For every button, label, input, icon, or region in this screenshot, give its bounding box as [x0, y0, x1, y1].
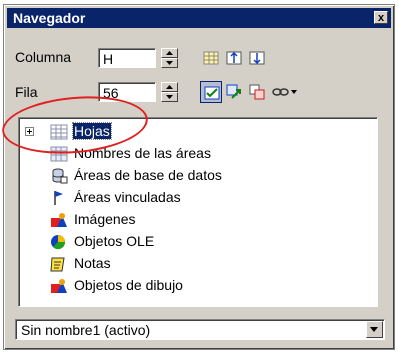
data-range-button[interactable] — [200, 47, 222, 69]
window-title: Navegador — [13, 10, 86, 26]
down-arrow-icon — [166, 95, 173, 99]
contents-toggle-icon — [204, 86, 220, 100]
sheet-icon — [50, 124, 68, 140]
link-button[interactable] — [269, 81, 301, 103]
scenarios-button[interactable] — [223, 81, 245, 103]
note-icon — [50, 257, 65, 272]
tree-item-label: Áreas vinculadas — [74, 189, 181, 205]
contents-toggle-button[interactable] — [200, 81, 222, 103]
named-range-icon — [50, 146, 68, 162]
data-range-icon — [203, 51, 219, 65]
tree-item-ole-objects[interactable]: Objetos OLE — [19, 232, 377, 252]
spin-down-button[interactable] — [161, 58, 178, 68]
column-input[interactable]: H — [98, 48, 156, 68]
spin-down-button[interactable] — [161, 92, 178, 102]
spin-up-button[interactable] — [161, 48, 178, 58]
tree-item-label: Nombres de las áreas — [74, 145, 211, 161]
database-icon — [52, 168, 68, 184]
expand-icon[interactable] — [25, 127, 34, 136]
document-select[interactable]: Sin nombre1 (activo) — [15, 319, 385, 340]
ole-object-icon — [51, 235, 66, 250]
row-input[interactable]: 56 — [98, 82, 156, 102]
up-arrow-icon — [166, 51, 173, 55]
tree-item-database-ranges[interactable]: Áreas de base de datos — [19, 166, 377, 186]
tree-item-label: Imágenes — [74, 211, 136, 227]
tree-item-sheets[interactable]: Hojas — [19, 122, 377, 142]
start-icon — [226, 51, 242, 65]
down-arrow-icon — [166, 61, 173, 65]
close-button[interactable]: x — [374, 11, 388, 24]
row-label: Fila — [15, 84, 38, 100]
navigator-tree[interactable]: Hojas Nombres de las áreas Áreas de base… — [18, 117, 378, 307]
tree-item-notes[interactable]: Notas — [19, 254, 377, 274]
tree-item-drawing-objects[interactable]: Objetos de dibujo — [19, 276, 377, 296]
tree-item-label: Notas — [74, 255, 111, 271]
chevron-down-icon — [291, 90, 297, 94]
up-arrow-icon — [166, 85, 173, 89]
end-button[interactable] — [246, 47, 268, 69]
column-label: Columna — [15, 49, 72, 65]
drag-mode-button[interactable] — [246, 81, 268, 103]
tree-item-label: Hojas — [72, 122, 112, 140]
navigator-window: Navegador x Columna H Fila 56 Hojas Nomb… — [3, 4, 395, 350]
dropdown-button[interactable] — [366, 321, 383, 338]
link-icon — [272, 88, 297, 96]
end-icon — [249, 51, 265, 65]
start-button[interactable] — [223, 47, 245, 69]
chevron-down-icon — [370, 327, 378, 332]
document-select-value: Sin nombre1 (activo) — [21, 322, 151, 338]
tree-item-images[interactable]: Imágenes — [19, 210, 377, 230]
drawing-object-icon — [51, 279, 67, 293]
column-spinner[interactable] — [161, 48, 178, 68]
row-spinner[interactable] — [161, 82, 178, 102]
tree-item-label: Áreas de base de datos — [74, 167, 222, 183]
tree-item-label: Objetos de dibujo — [74, 277, 183, 293]
linked-area-icon — [54, 191, 63, 205]
spin-up-button[interactable] — [161, 82, 178, 92]
image-icon — [51, 213, 67, 227]
tree-item-linked-areas[interactable]: Áreas vinculadas — [19, 188, 377, 208]
scenarios-icon — [226, 84, 241, 99]
tree-item-named-ranges[interactable]: Nombres de las áreas — [19, 144, 377, 164]
tree-item-label: Objetos OLE — [74, 233, 155, 249]
title-bar[interactable]: Navegador x — [7, 8, 391, 28]
drag-mode-icon — [249, 84, 265, 100]
